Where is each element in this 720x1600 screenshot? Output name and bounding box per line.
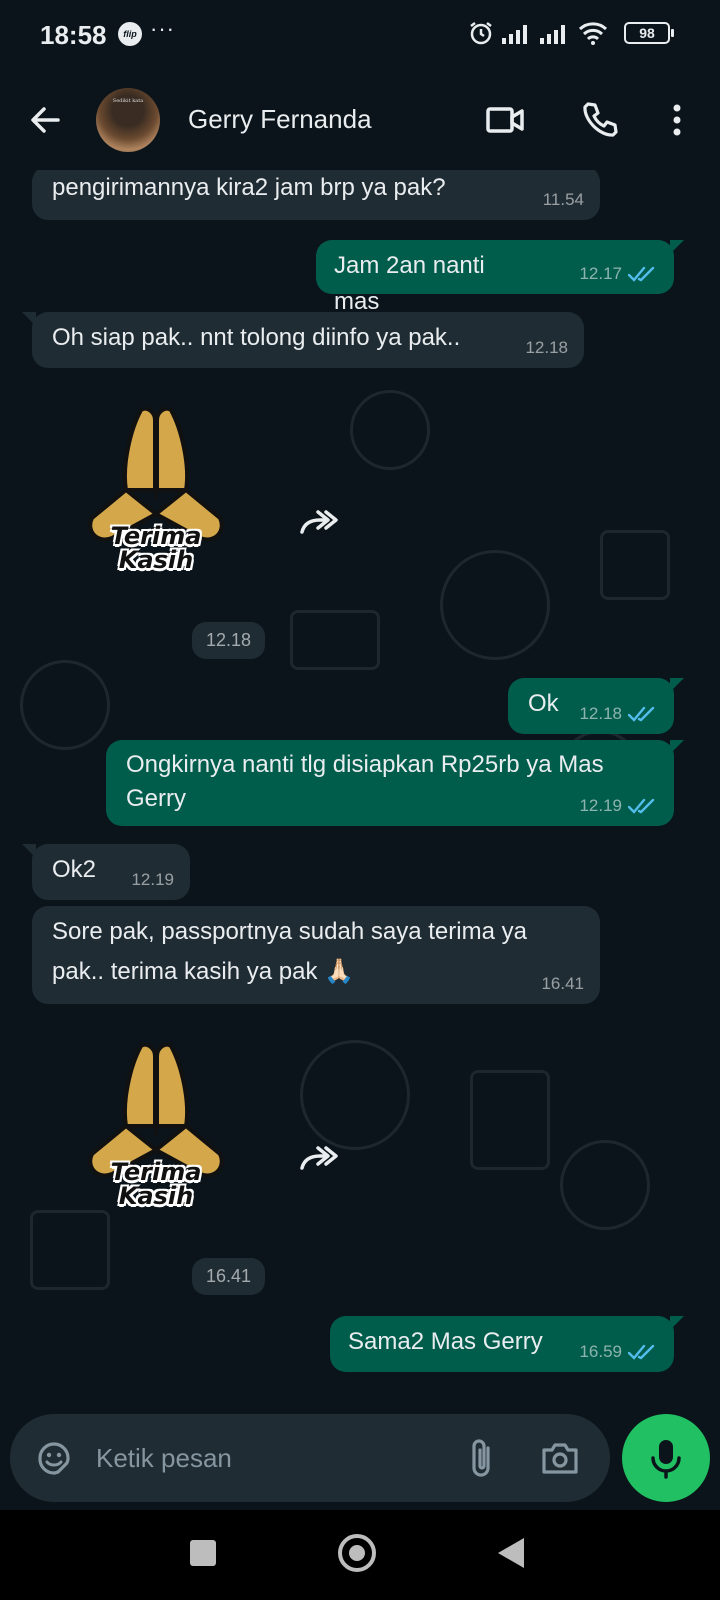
read-receipt-icon (628, 1344, 655, 1360)
message-text: Ongkirnya nanti tlg disiapkan Rp25rb ya … (126, 751, 604, 812)
voice-message-button[interactable] (622, 1414, 710, 1502)
system-back-button[interactable] (498, 1538, 524, 1568)
message-meta: 12.19 (579, 796, 658, 816)
message-text: pengirimannya kira2 jam brp ya pak? (52, 174, 446, 201)
message-time: 16.59 (579, 1342, 622, 1361)
avatar-caption: Sedikit kata (112, 98, 144, 104)
message-meta: 12.17 (579, 264, 658, 284)
wifi-icon (578, 22, 608, 45)
sticker-button[interactable] (32, 1436, 76, 1480)
read-receipt-icon (628, 798, 655, 814)
status-icons (468, 20, 608, 46)
sticker-line: Terima (110, 1158, 202, 1186)
sticker-message[interactable]: Terima Kasih (86, 1040, 226, 1220)
forward-button[interactable] (296, 1136, 344, 1184)
back-button[interactable] (24, 98, 68, 142)
video-call-button[interactable] (484, 98, 528, 142)
message-text: Jam 2an nanti mas (334, 252, 485, 315)
read-receipt-icon (628, 266, 655, 282)
read-receipt-icon (628, 706, 655, 722)
chat-header: Sedikit kata Gerry Fernanda (0, 70, 720, 170)
message-meta: 12.18 (525, 338, 568, 358)
contact-name[interactable]: Gerry Fernanda (188, 104, 372, 135)
message-text: Oh siap pak.. nnt tolong diinfo ya pak.. (52, 324, 461, 351)
sticker-caption: Terima Kasih (86, 1160, 226, 1208)
message-time: 16.41 (541, 974, 584, 993)
message-time: 12.18 (579, 704, 622, 723)
wallpaper-doodle (300, 1040, 410, 1150)
message-time: 12.19 (579, 796, 622, 815)
alarm-icon (470, 22, 492, 45)
camera-button[interactable] (538, 1436, 582, 1480)
paperclip-icon (472, 1439, 490, 1477)
outgoing-message[interactable]: Ongkirnya nanti tlg disiapkan Rp25rb ya … (106, 740, 684, 826)
video-camera-icon (486, 107, 524, 133)
attach-button[interactable] (462, 1436, 502, 1480)
sticker-line: Kasih (118, 1182, 194, 1210)
wallpaper-doodle (290, 610, 380, 670)
wallpaper-doodle (560, 1140, 650, 1230)
battery-level: 98 (639, 25, 655, 41)
message-text: Sore pak, passportnya sudah saya terima … (52, 918, 527, 985)
voice-call-button[interactable] (578, 98, 622, 142)
message-meta: 16.41 (541, 974, 584, 994)
message-time: 12.18 (525, 338, 568, 357)
sticker-time: 12.18 (192, 622, 266, 659)
arrow-left-icon (31, 107, 60, 133)
status-time: 18:58 (40, 20, 107, 50)
forward-button[interactable] (296, 500, 344, 548)
more-notifications-icon: ··· (150, 16, 175, 41)
wallpaper-doodle (20, 660, 110, 750)
message-input[interactable] (96, 1434, 436, 1482)
message-time: 12.17 (579, 264, 622, 283)
recents-button[interactable] (190, 1540, 216, 1566)
message-time: 11.54 (542, 190, 584, 209)
sticker-line: Terima (110, 522, 202, 550)
wallpaper-doodle (600, 530, 670, 600)
more-vertical-icon (673, 104, 681, 136)
battery-indicator: 98 (624, 22, 674, 44)
sticker-time: 16.41 (192, 1258, 266, 1295)
incoming-message[interactable]: pengirimannya kira2 jam brp ya pak? 11.5… (32, 170, 600, 220)
forward-icon (300, 510, 338, 534)
contact-avatar[interactable]: Sedikit kata (96, 88, 160, 152)
incoming-message[interactable]: Ok2 12.19 (22, 844, 190, 900)
wallpaper-doodle (30, 1210, 110, 1290)
sticker-caption: Terima Kasih (86, 524, 226, 572)
incoming-message[interactable]: Oh siap pak.. nnt tolong diinfo ya pak..… (22, 312, 584, 368)
sticker-message[interactable]: Terima Kasih (86, 404, 226, 584)
outgoing-message[interactable]: Sama2 Mas Gerry 16.59 (330, 1316, 684, 1372)
status-bar: 18:58 flip ··· 98 (0, 0, 720, 70)
message-list[interactable]: pengirimannya kira2 jam brp ya pak? 11.5… (0, 170, 720, 1402)
incoming-message[interactable]: Sore pak, passportnya sudah saya terima … (32, 906, 600, 1004)
wallpaper-doodle (440, 550, 550, 660)
message-meta: 11.54 (543, 190, 584, 210)
message-composer (10, 1414, 610, 1502)
home-button[interactable] (338, 1534, 376, 1572)
wallpaper-doodle (350, 390, 430, 470)
overflow-menu-button[interactable] (662, 98, 692, 142)
outgoing-message[interactable]: Jam 2an nanti mas 12.17 (316, 240, 684, 315)
sticker-icon (38, 1442, 70, 1475)
camera-icon (542, 1443, 578, 1474)
flip-app-badge: flip (118, 22, 142, 46)
message-meta: 12.19 (131, 870, 174, 890)
message-meta: 16.59 (579, 1342, 658, 1362)
microphone-icon (651, 1440, 681, 1479)
sticker-line: Kasih (118, 546, 194, 574)
message-time: 12.19 (131, 870, 174, 889)
signal-icon (502, 25, 527, 44)
phone-icon (583, 102, 618, 137)
forward-icon (300, 1146, 338, 1170)
wallpaper-doodle (470, 1070, 550, 1170)
outgoing-message[interactable]: Ok 12.18 (508, 678, 684, 734)
message-meta: 12.18 (579, 704, 658, 724)
signal-icon-2 (540, 25, 565, 44)
system-nav-bar (0, 1510, 720, 1600)
